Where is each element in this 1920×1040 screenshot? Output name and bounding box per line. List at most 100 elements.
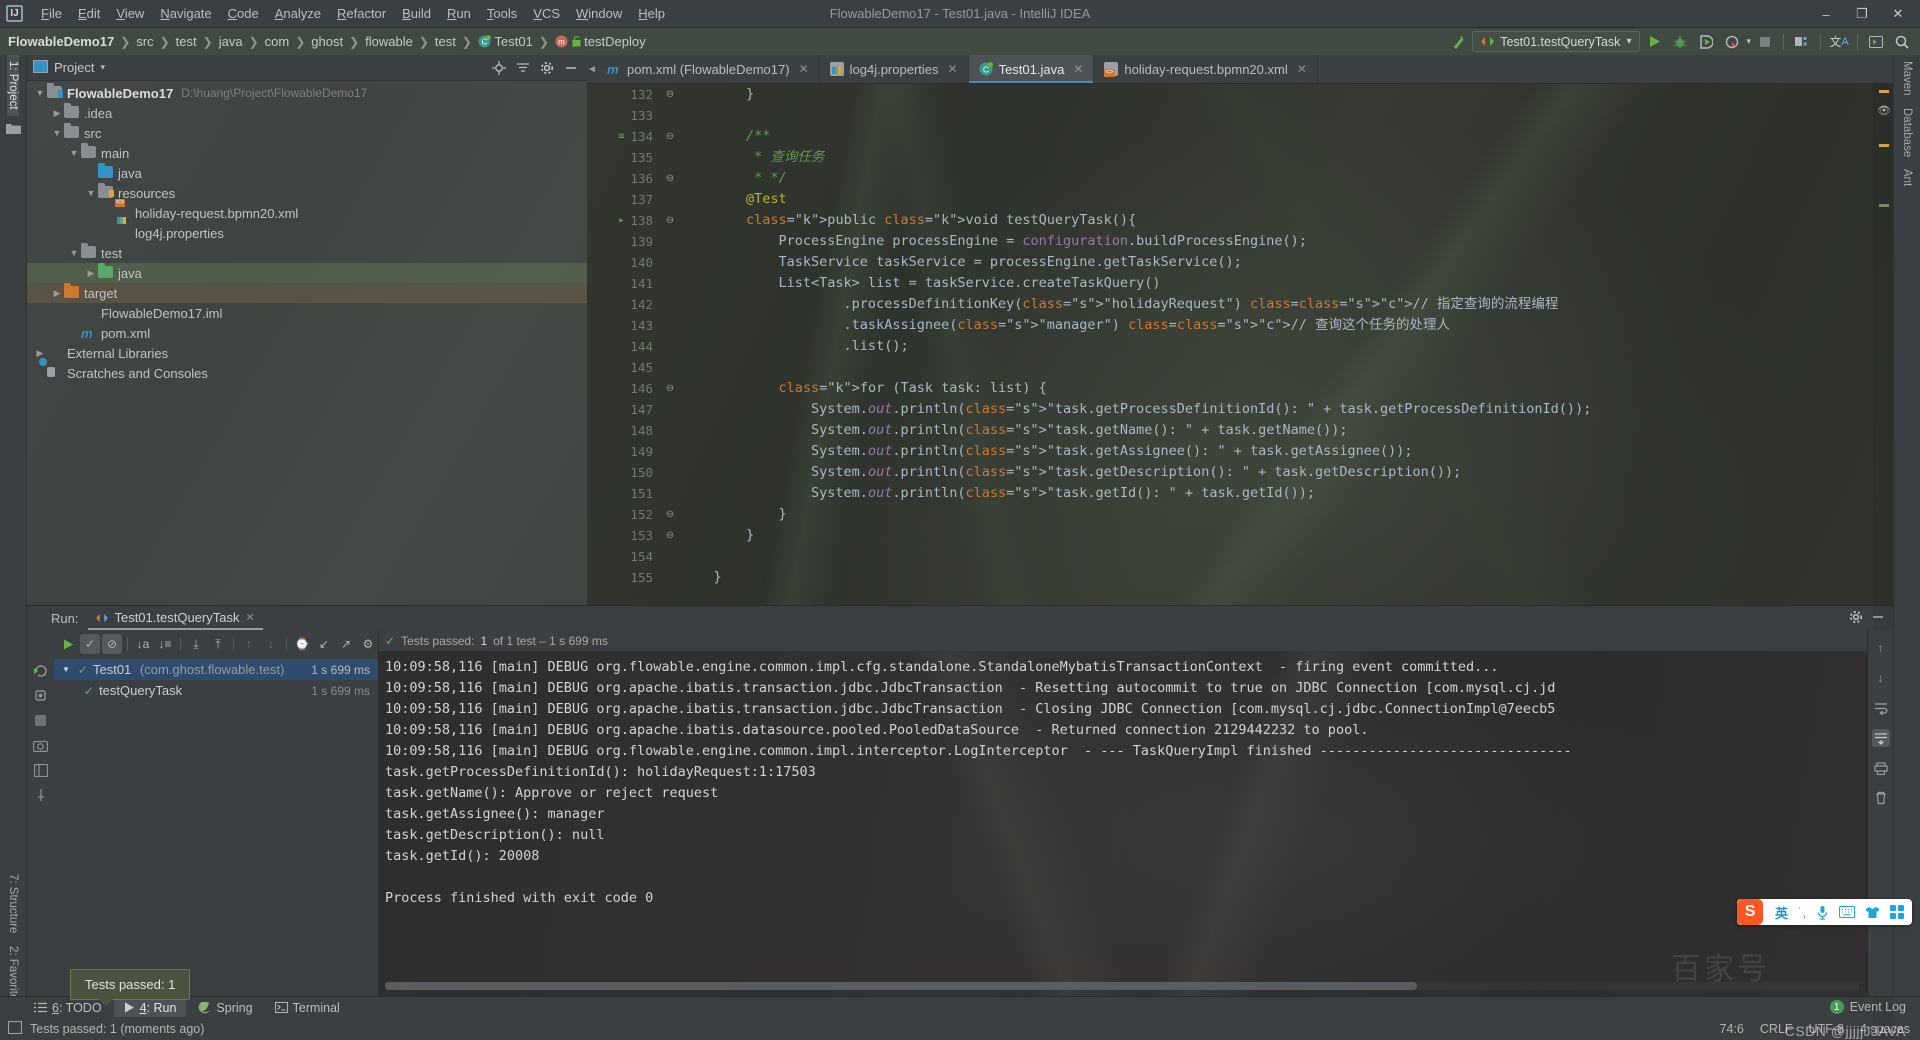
- scroll-to-end-icon[interactable]: [1871, 729, 1890, 747]
- code-line[interactable]: .taskAssignee(class="s">"manager") class…: [681, 315, 1873, 336]
- menu-refactor[interactable]: Refactor: [329, 3, 394, 24]
- code-line[interactable]: }: [681, 567, 1873, 588]
- tree-expand-arrow[interactable]: ▼: [33, 88, 47, 98]
- editor-tab-log4j-properties[interactable]: log4j.properties ✕: [820, 55, 969, 83]
- warning-marker[interactable]: [1879, 90, 1889, 93]
- run-configuration-selector[interactable]: Test01.testQueryTask ▾: [1472, 31, 1641, 52]
- gutter-run-icon[interactable]: ▸: [618, 215, 624, 226]
- fold-marker[interactable]: ⊖: [659, 126, 681, 147]
- fold-marker[interactable]: [659, 357, 681, 378]
- fold-marker[interactable]: [659, 189, 681, 210]
- code-line[interactable]: * 查询任务: [681, 147, 1873, 168]
- chevron-down-icon[interactable]: ▾: [100, 62, 105, 73]
- profile-dropdown-icon[interactable]: ▾: [1746, 36, 1751, 47]
- layout-icon[interactable]: [32, 761, 50, 779]
- menu-navigate[interactable]: Navigate: [152, 3, 219, 24]
- close-icon[interactable]: ✕: [1297, 62, 1307, 76]
- ime-punctuation-icon[interactable]: ˙,: [1798, 905, 1806, 920]
- tree-node-log4j-properties[interactable]: log4j.properties: [27, 223, 587, 243]
- soft-wrap-icon[interactable]: [1872, 699, 1890, 717]
- fold-marker[interactable]: ⊖: [659, 378, 681, 399]
- breadcrumb-item-src[interactable]: src: [136, 34, 153, 49]
- code-line[interactable]: System.out.println(class="s">"task.getAs…: [681, 441, 1873, 462]
- scroll-up-icon[interactable]: ↑: [1872, 639, 1890, 657]
- breadcrumb-item-com[interactable]: com: [265, 34, 290, 49]
- code-line[interactable]: ProcessEngine processEngine = configurat…: [681, 231, 1873, 252]
- code-line[interactable]: TaskService taskService = processEngine.…: [681, 252, 1873, 273]
- run-with-coverage-button[interactable]: [1694, 31, 1718, 53]
- menu-window[interactable]: Window: [568, 3, 630, 24]
- test-row-testquerytask[interactable]: ✓ testQueryTask 1 s 699 ms: [54, 680, 378, 701]
- tree-expand-arrow[interactable]: ▼: [67, 248, 81, 258]
- breadcrumb-item-testdeploy[interactable]: m testDeploy: [555, 34, 646, 49]
- fold-marker[interactable]: [659, 294, 681, 315]
- code-line[interactable]: System.out.println(class="s">"task.getPr…: [681, 399, 1873, 420]
- menu-file[interactable]: File: [33, 3, 70, 24]
- test-row-test01[interactable]: ▼ ✓ Test01 (com.ghost.flowable.test) 1 s 69…: [54, 659, 378, 680]
- sidebar-item-project[interactable]: 1: Project: [7, 55, 19, 116]
- tree-node-flowabledemo17-iml[interactable]: FlowableDemo17.iml: [27, 303, 587, 323]
- fold-marker[interactable]: [659, 315, 681, 336]
- ime-toolbox-icon[interactable]: [1890, 905, 1904, 919]
- inspection-eye-icon[interactable]: 👁: [1877, 104, 1891, 117]
- tree-node-holiday-request-bpmn20-xml[interactable]: holiday-request.bpmn20.xml: [27, 203, 587, 223]
- tree-expand-arrow[interactable]: ▶: [50, 108, 64, 119]
- fold-marker[interactable]: [659, 336, 681, 357]
- close-icon[interactable]: ✕: [799, 62, 809, 76]
- sidebar-item-ant[interactable]: Ant: [1901, 163, 1913, 192]
- profile-button[interactable]: [1720, 31, 1744, 53]
- console-horizontal-scrollbar[interactable]: [385, 982, 1859, 990]
- close-icon[interactable]: ✕: [245, 611, 254, 624]
- search-everywhere-button[interactable]: [1890, 31, 1914, 53]
- tree-expand-arrow[interactable]: ▼: [67, 148, 81, 158]
- run-button[interactable]: [1642, 31, 1666, 53]
- fold-marker[interactable]: [659, 462, 681, 483]
- fold-marker[interactable]: [659, 147, 681, 168]
- ime-floating-toolbar[interactable]: S 英 ˙,: [1737, 899, 1912, 925]
- clear-all-icon[interactable]: [1872, 789, 1890, 807]
- update-project-icon[interactable]: [1450, 33, 1470, 51]
- fold-marker[interactable]: [659, 252, 681, 273]
- close-icon[interactable]: ✕: [948, 62, 958, 76]
- tree-node-resources[interactable]: ▼ resources: [27, 183, 587, 203]
- fold-marker[interactable]: ⊖: [659, 525, 681, 546]
- export-tests-button[interactable]: ↗: [336, 634, 356, 654]
- collapse-all-button[interactable]: ⤒: [208, 634, 228, 654]
- menu-analyze[interactable]: Analyze: [267, 3, 329, 24]
- menu-run[interactable]: Run: [439, 3, 479, 24]
- warning-marker-2[interactable]: [1879, 144, 1889, 147]
- menu-code[interactable]: Code: [220, 3, 267, 24]
- tree-node-pom-xml[interactable]: m pom.xml: [27, 323, 587, 343]
- menu-vcs[interactable]: VCS: [525, 3, 568, 24]
- expand-all-button[interactable]: ⤓: [186, 634, 206, 654]
- sidebar-item-structure[interactable]: 7: Structure: [7, 868, 19, 939]
- breadcrumb-item-test[interactable]: test: [176, 34, 197, 49]
- debug-vertical-icon[interactable]: [32, 686, 50, 704]
- project-structure-button[interactable]: [1790, 31, 1814, 53]
- test-tree[interactable]: ▼ ✓ Test01 (com.ghost.flowable.test) 1 s 69…: [54, 657, 378, 996]
- code-line[interactable]: System.out.println(class="s">"task.getNa…: [681, 420, 1873, 441]
- fold-marker[interactable]: [659, 546, 681, 567]
- code-line[interactable]: * */: [681, 168, 1873, 189]
- tool-window-spring[interactable]: Spring: [188, 999, 262, 1017]
- tree-expand-arrow[interactable]: ▼: [84, 188, 98, 198]
- print-icon[interactable]: [1872, 759, 1890, 777]
- tree-expand-arrow[interactable]: ▶: [50, 288, 64, 299]
- code-line[interactable]: .list();: [681, 336, 1873, 357]
- gutter-run-icon[interactable]: ≡: [618, 131, 624, 142]
- code-line[interactable]: }: [681, 84, 1873, 105]
- show-passed-toggle[interactable]: ✓: [80, 634, 101, 654]
- show-ignored-toggle[interactable]: ⊘: [102, 634, 123, 654]
- minimize-button[interactable]: –: [1808, 1, 1844, 27]
- tree-node-external-libraries[interactable]: ▶ External Libraries: [27, 343, 587, 363]
- code-line[interactable]: /**: [681, 126, 1873, 147]
- pin-icon[interactable]: [32, 786, 50, 804]
- code-line[interactable]: .processDefinitionKey(class="s">"holiday…: [681, 294, 1873, 315]
- fold-marker[interactable]: ⊖: [659, 210, 681, 231]
- code-line[interactable]: System.out.println(class="s">"task.getId…: [681, 483, 1873, 504]
- code-line[interactable]: @Test: [681, 189, 1873, 210]
- code-line[interactable]: }: [681, 504, 1873, 525]
- breadcrumb-item-ghost[interactable]: ghost: [311, 34, 343, 49]
- ime-keyboard-icon[interactable]: [1839, 906, 1855, 918]
- test-history-button[interactable]: ⌚: [292, 634, 312, 654]
